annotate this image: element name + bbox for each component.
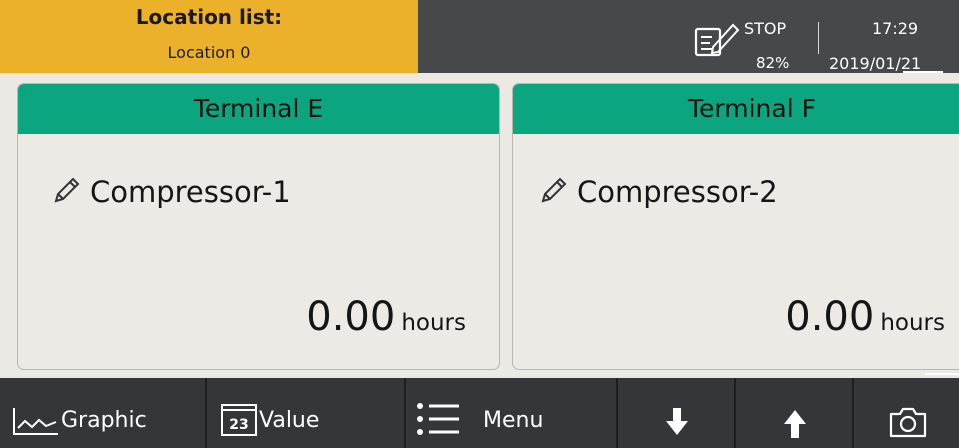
menu-label: Menu	[483, 408, 544, 433]
terminal-panel-f[interactable]: Terminal F Compressor-2 0.00 hours	[512, 83, 959, 370]
record-edit-icon[interactable]	[693, 20, 741, 60]
graphic-label: Graphic	[61, 408, 147, 433]
location-selector[interactable]: Location list: Location 0	[0, 0, 418, 73]
value-number: 0.00	[785, 294, 875, 340]
pencil-icon[interactable]	[539, 175, 569, 205]
location-name: Location 0	[167, 43, 251, 62]
location-title: Location list:	[135, 5, 283, 29]
bottom-toolbar: Graphic 23 Value Menu	[0, 378, 959, 448]
memory-percent: 82%	[756, 54, 790, 72]
scroll-up-button[interactable]	[736, 378, 854, 448]
terminal-header: Terminal F	[513, 84, 959, 134]
screenshot-button[interactable]	[854, 378, 959, 448]
value-button[interactable]: 23 Value	[207, 378, 406, 448]
device-name: Compressor-1	[90, 175, 291, 209]
terminal-header: Terminal E	[18, 84, 499, 134]
edge-marker	[925, 373, 959, 375]
graphic-button[interactable]: Graphic	[0, 378, 207, 448]
value-icon-text: 23	[229, 417, 248, 433]
value-display: 0.00 hours	[306, 294, 466, 340]
value-label: Value	[259, 408, 320, 433]
menu-button[interactable]: Menu	[406, 378, 618, 448]
camera-icon	[889, 407, 927, 438]
arrow-up-icon	[784, 410, 806, 438]
value-icon: 23	[221, 404, 257, 436]
status-divider	[818, 22, 819, 54]
value-number: 0.00	[306, 294, 396, 340]
value-unit: hours	[401, 310, 466, 336]
chart-line-icon	[13, 408, 58, 435]
device-row: Compressor-2	[539, 174, 778, 210]
scroll-down-button[interactable]	[618, 378, 736, 448]
value-display: 0.00 hours	[785, 294, 945, 340]
status-bar: Location list: Location 0 STOP 82% 17:29…	[0, 0, 959, 73]
run-status: STOP	[744, 19, 787, 38]
value-unit: hours	[880, 310, 945, 336]
clock-time: 17:29	[872, 19, 919, 38]
device-row: Compressor-1	[52, 174, 291, 210]
terminal-panel-e[interactable]: Terminal E Compressor-1 0.00 hours	[17, 83, 500, 370]
arrow-down-icon	[666, 408, 688, 435]
device-name: Compressor-2	[577, 175, 778, 209]
menu-list-icon	[417, 403, 459, 435]
clock-date: 2019/01/21	[829, 54, 922, 73]
pencil-icon[interactable]	[52, 175, 82, 205]
edge-marker	[903, 71, 943, 73]
